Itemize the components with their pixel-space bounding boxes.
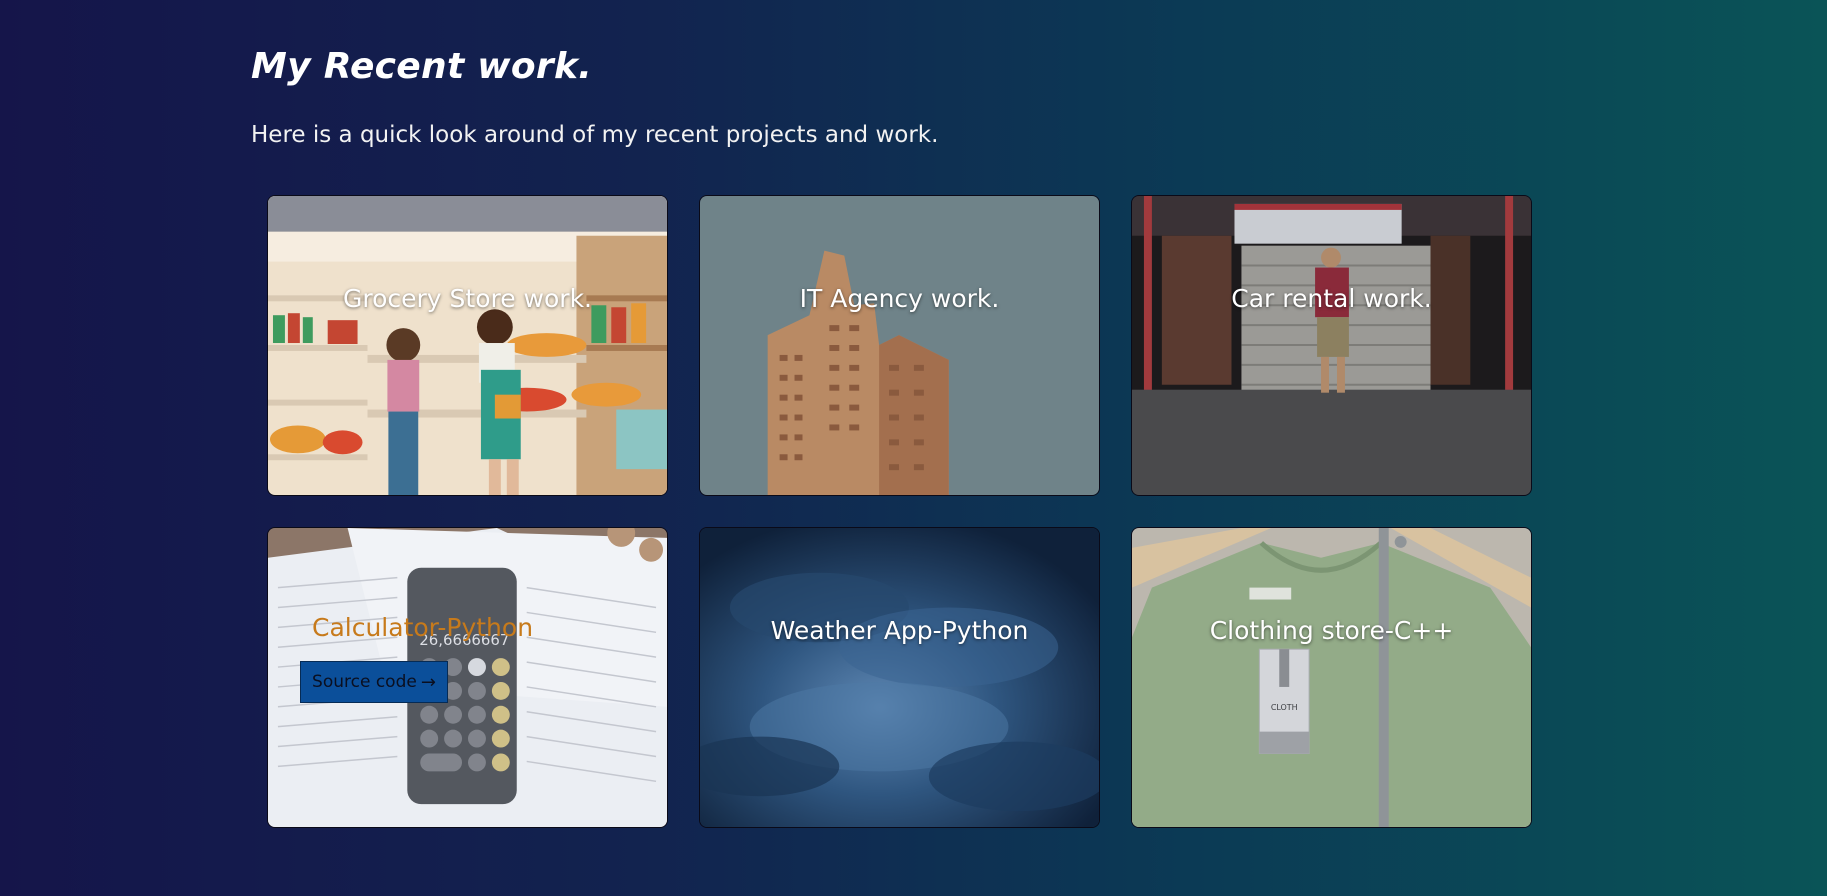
projects-grid: Grocery Store work. IT Agency work. Car … (267, 195, 1532, 828)
section-title: My Recent work. (251, 46, 593, 87)
source-code-label: Source code (312, 672, 417, 692)
project-title: Calculator-Python (312, 613, 534, 642)
apartment-tower-photo (700, 196, 1099, 495)
project-title: IT Agency work. (799, 284, 1000, 313)
arrow-right-icon: → (420, 671, 436, 693)
project-card-car-rental[interactable]: Car rental work. (1131, 195, 1532, 496)
garage-shutter-photo (1132, 196, 1531, 495)
svg-text:CLOTH: CLOTH (1271, 703, 1298, 712)
section-subtitle: Here is a quick look around of my recent… (251, 122, 939, 148)
grocery-store-illustration (268, 196, 667, 495)
project-title: Weather App-Python (770, 616, 1029, 645)
project-title: Car rental work. (1231, 284, 1432, 313)
project-card-it-agency[interactable]: IT Agency work. (699, 195, 1100, 496)
project-title: Grocery Store work. (342, 284, 592, 313)
source-code-button[interactable]: Source code → (300, 661, 448, 703)
project-card-weather-app[interactable]: Weather App-Python (699, 527, 1100, 828)
project-title: Clothing store-C++ (1209, 616, 1454, 645)
storm-clouds-photo (700, 528, 1099, 827)
project-card-grocery-store[interactable]: Grocery Store work. (267, 195, 668, 496)
green-tshirt-photo: CLOTH (1132, 528, 1531, 827)
project-card-calculator[interactable]: 26,6666667 Calculator-Python Source code… (267, 527, 668, 828)
project-card-clothing-store[interactable]: CLOTH Clothing store-C++ (1131, 527, 1532, 828)
